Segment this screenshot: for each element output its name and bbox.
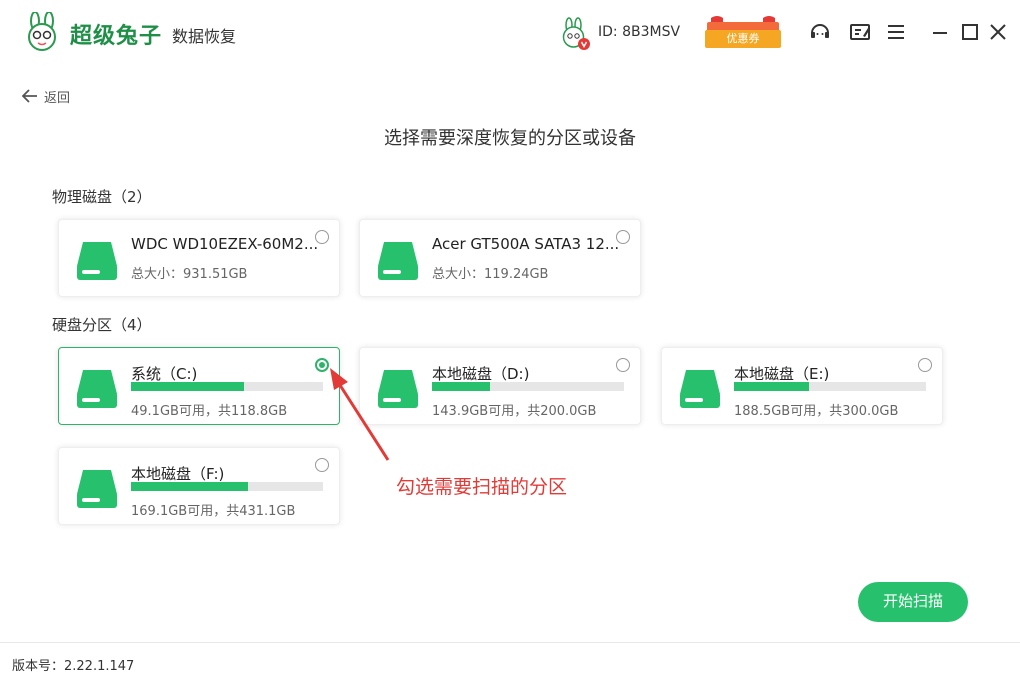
disk-name: WDC WD10EZEX-60M2... xyxy=(131,235,319,253)
physical-disk-card[interactable]: Acer GT500A SATA3 12... 总大小：119.24GB xyxy=(359,219,641,297)
logo-subtitle: 数据恢复 xyxy=(172,27,237,46)
usage-bar xyxy=(131,482,323,491)
disk-icon xyxy=(680,370,720,408)
partition-usage: 188.5GB可用，共300.0GB xyxy=(734,404,899,419)
maximize-icon[interactable] xyxy=(958,20,982,44)
partition-usage: 143.9GB可用，共200.0GB xyxy=(432,404,597,419)
partition-card-e[interactable]: 本地磁盘（E:) 188.5GB可用，共300.0GB xyxy=(661,347,943,425)
partition-card-d[interactable]: 本地磁盘（D:) 143.9GB可用，共200.0GB xyxy=(359,347,641,425)
customer-service-icon[interactable] xyxy=(808,20,832,44)
physical-disk-card[interactable]: WDC WD10EZEX-60M2... 总大小：931.51GB xyxy=(58,219,340,297)
radio-icon[interactable] xyxy=(616,358,630,372)
usage-bar-fill xyxy=(734,382,809,391)
usage-bar xyxy=(432,382,624,391)
partitions-title: 硬盘分区（4） xyxy=(52,316,152,334)
partition-card-f[interactable]: 本地磁盘（F:) 169.1GB可用，共431.1GB xyxy=(58,447,340,525)
coupon-button[interactable]: 优惠券 xyxy=(705,14,781,48)
minimize-icon[interactable] xyxy=(928,20,952,44)
rabbit-logo-icon xyxy=(28,12,56,51)
start-scan-button[interactable]: 开始扫描 xyxy=(858,582,968,622)
usage-bar xyxy=(131,382,323,391)
logo-text: 超级兔子 xyxy=(70,24,163,49)
radio-icon[interactable] xyxy=(616,230,630,244)
disk-size: 总大小：931.51GB xyxy=(131,267,248,282)
usage-bar-fill xyxy=(131,482,249,491)
disk-icon xyxy=(77,470,117,508)
disk-name: Acer GT500A SATA3 12... xyxy=(432,235,620,253)
close-icon[interactable] xyxy=(986,20,1010,44)
back-arrow-icon xyxy=(22,89,37,103)
annotation-arrow-icon xyxy=(330,368,390,461)
partition-card-c[interactable]: 系统（C:) 49.1GB可用，共118.8GB xyxy=(58,347,340,425)
disk-icon xyxy=(378,242,418,280)
partition-usage: 49.1GB可用，共118.8GB xyxy=(131,404,288,419)
back-button[interactable]: 返回 xyxy=(22,86,70,106)
usage-bar-fill xyxy=(432,382,490,391)
partition-usage: 169.1GB可用，共431.1GB xyxy=(131,504,296,519)
usage-bar xyxy=(734,382,926,391)
back-label: 返回 xyxy=(44,90,71,106)
partition-name: 本地磁盘（D:) xyxy=(432,365,530,383)
menu-icon[interactable] xyxy=(884,20,908,44)
page-title: 选择需要深度恢复的分区或设备 xyxy=(384,128,636,149)
avatar-icon[interactable] xyxy=(557,17,591,51)
radio-icon[interactable] xyxy=(918,358,932,372)
partition-name: 系统（C:) xyxy=(131,365,198,383)
partition-name: 本地磁盘（F:) xyxy=(131,465,225,483)
title-bar: 超级兔子 数据恢复 ID: 8B3MSV 优惠券 xyxy=(0,0,1020,64)
user-id: ID: 8B3MSV xyxy=(598,24,681,40)
coupon-label: 优惠券 xyxy=(726,32,760,45)
annotation-text: 勾选需要扫描的分区 xyxy=(396,476,568,498)
partition-name: 本地磁盘（E:) xyxy=(734,365,830,383)
disk-icon xyxy=(77,370,117,408)
disk-icon xyxy=(77,242,117,280)
feedback-icon[interactable] xyxy=(848,20,872,44)
version-label: 版本号：2.22.1.147 xyxy=(12,659,135,674)
physical-disks-title: 物理磁盘（2） xyxy=(52,188,152,206)
usage-bar-fill xyxy=(131,382,245,391)
disk-size: 总大小：119.24GB xyxy=(432,267,549,282)
radio-icon[interactable] xyxy=(315,230,329,244)
footer-divider xyxy=(0,642,1020,643)
